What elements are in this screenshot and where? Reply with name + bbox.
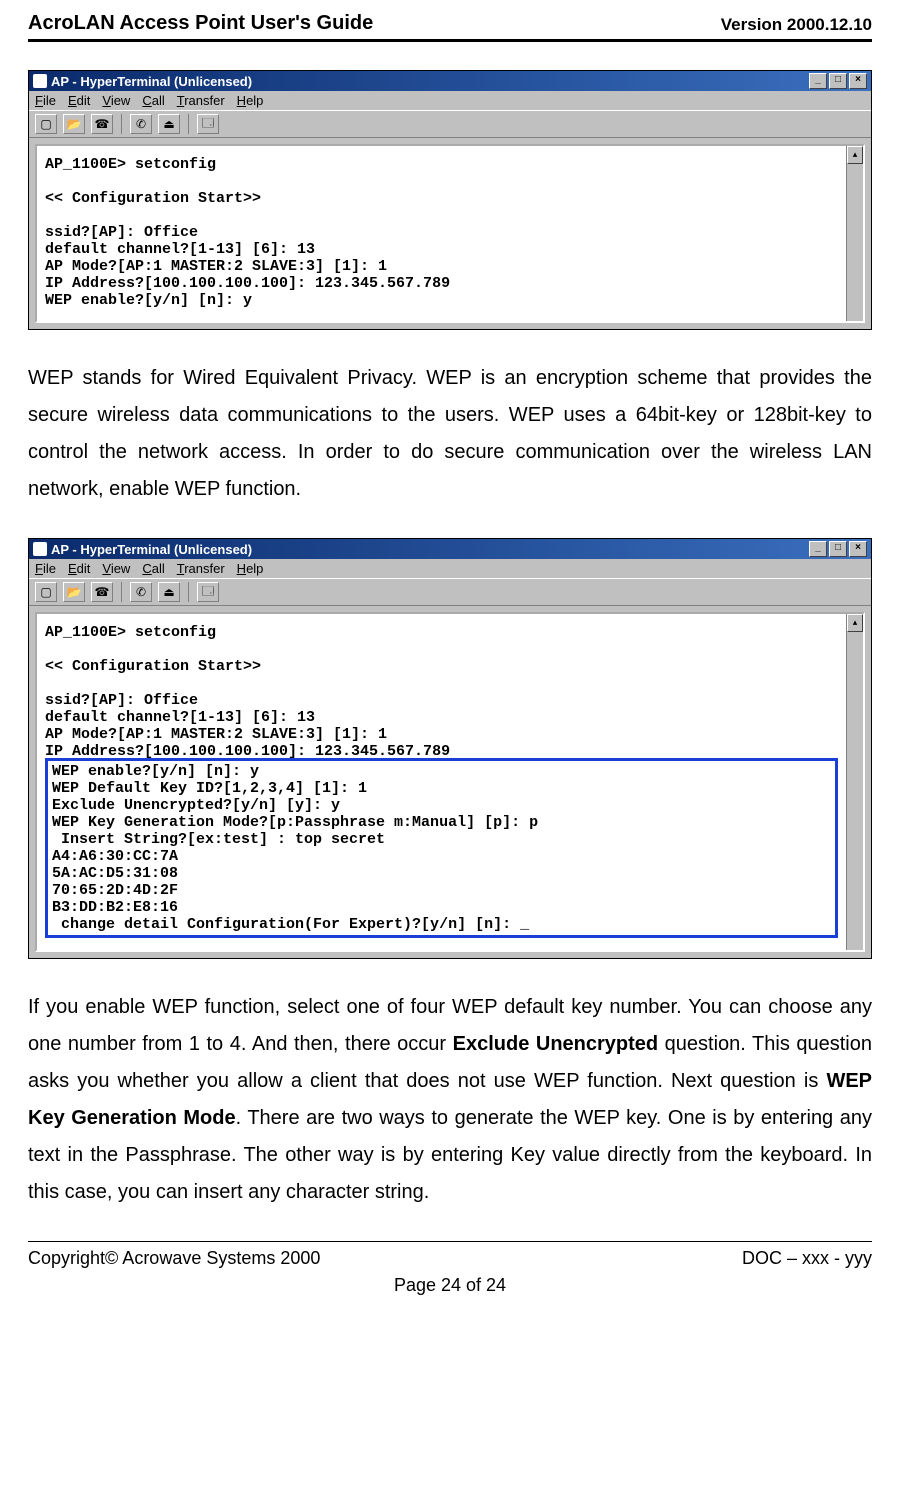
hyperterminal-window-2: AP - HyperTerminal (Unlicensed) _ □ × Fi…: [28, 538, 872, 959]
menu-file[interactable]: File: [35, 93, 56, 108]
properties-icon[interactable]: 🗔: [197, 582, 219, 602]
paragraph-wep-keys: If you enable WEP function, select one o…: [28, 989, 872, 1211]
connect-icon[interactable]: ☎: [91, 582, 113, 602]
footer-rule: [28, 1241, 872, 1242]
toolbar-separator: [121, 114, 122, 134]
disconnect-icon[interactable]: ⏏: [158, 582, 180, 602]
scrollbar[interactable]: ▴: [846, 614, 863, 950]
window-title: AP - HyperTerminal (Unlicensed): [51, 542, 252, 557]
paragraph-wep-intro: WEP stands for Wired Equivalent Privacy.…: [28, 360, 872, 508]
new-icon[interactable]: ▢: [35, 114, 57, 134]
maximize-button[interactable]: □: [829, 73, 847, 89]
app-icon: [33, 542, 47, 556]
document-footer: Copyright© Acrowave Systems 2000 DOC – x…: [28, 1248, 872, 1269]
toolbar: ▢ 📂 ☎ ✆ ⏏ 🗔: [29, 110, 871, 138]
menu-help[interactable]: Help: [237, 93, 264, 108]
open-icon[interactable]: 📂: [63, 582, 85, 602]
menu-file[interactable]: File: [35, 561, 56, 576]
menu-call[interactable]: Call: [142, 561, 164, 576]
window-title: AP - HyperTerminal (Unlicensed): [51, 74, 252, 89]
menu-transfer[interactable]: Transfer: [177, 561, 225, 576]
scrollbar[interactable]: ▴: [846, 146, 863, 321]
terminal-output: AP_1100E> setconfig << Configuration Sta…: [37, 146, 846, 321]
toolbar-separator: [121, 582, 122, 602]
menu-view[interactable]: View: [102, 561, 130, 576]
doc-title: AcroLAN Access Point User's Guide: [28, 12, 373, 35]
bold-exclude-unencrypted: Exclude Unencrypted: [453, 1033, 659, 1055]
close-button[interactable]: ×: [849, 73, 867, 89]
page-number: Page 24 of 24: [28, 1275, 872, 1296]
toolbar-separator: [188, 114, 189, 134]
menu-bar: File Edit View Call Transfer Help: [29, 559, 871, 578]
highlighted-config-block: WEP enable?[y/n] [n]: y WEP Default Key …: [45, 758, 838, 938]
menu-call[interactable]: Call: [142, 93, 164, 108]
call-icon[interactable]: ✆: [130, 114, 152, 134]
terminal-output: AP_1100E> setconfig << Configuration Sta…: [37, 614, 846, 950]
call-icon[interactable]: ✆: [130, 582, 152, 602]
open-icon[interactable]: 📂: [63, 114, 85, 134]
scroll-up-icon[interactable]: ▴: [847, 614, 863, 632]
hyperterminal-window-1: AP - HyperTerminal (Unlicensed) _ □ × Fi…: [28, 70, 872, 330]
header-rule: [28, 39, 872, 42]
menu-help[interactable]: Help: [237, 561, 264, 576]
menu-edit[interactable]: Edit: [68, 561, 90, 576]
footer-doc-id: DOC – xxx - yyy: [742, 1248, 872, 1269]
connect-icon[interactable]: ☎: [91, 114, 113, 134]
menu-view[interactable]: View: [102, 93, 130, 108]
minimize-button[interactable]: _: [809, 73, 827, 89]
menu-transfer[interactable]: Transfer: [177, 93, 225, 108]
menu-bar: File Edit View Call Transfer Help: [29, 91, 871, 110]
document-header: AcroLAN Access Point User's Guide Versio…: [28, 12, 872, 35]
scroll-up-icon[interactable]: ▴: [847, 146, 863, 164]
toolbar-separator: [188, 582, 189, 602]
minimize-button[interactable]: _: [809, 541, 827, 557]
toolbar: ▢ 📂 ☎ ✆ ⏏ 🗔: [29, 578, 871, 606]
new-icon[interactable]: ▢: [35, 582, 57, 602]
window-titlebar: AP - HyperTerminal (Unlicensed) _ □ ×: [29, 71, 871, 91]
disconnect-icon[interactable]: ⏏: [158, 114, 180, 134]
app-icon: [33, 74, 47, 88]
maximize-button[interactable]: □: [829, 541, 847, 557]
window-titlebar: AP - HyperTerminal (Unlicensed) _ □ ×: [29, 539, 871, 559]
close-button[interactable]: ×: [849, 541, 867, 557]
terminal-preblock: AP_1100E> setconfig << Configuration Sta…: [45, 624, 450, 760]
doc-version: Version 2000.12.10: [721, 15, 872, 35]
menu-edit[interactable]: Edit: [68, 93, 90, 108]
properties-icon[interactable]: 🗔: [197, 114, 219, 134]
footer-copyright: Copyright© Acrowave Systems 2000: [28, 1248, 320, 1269]
